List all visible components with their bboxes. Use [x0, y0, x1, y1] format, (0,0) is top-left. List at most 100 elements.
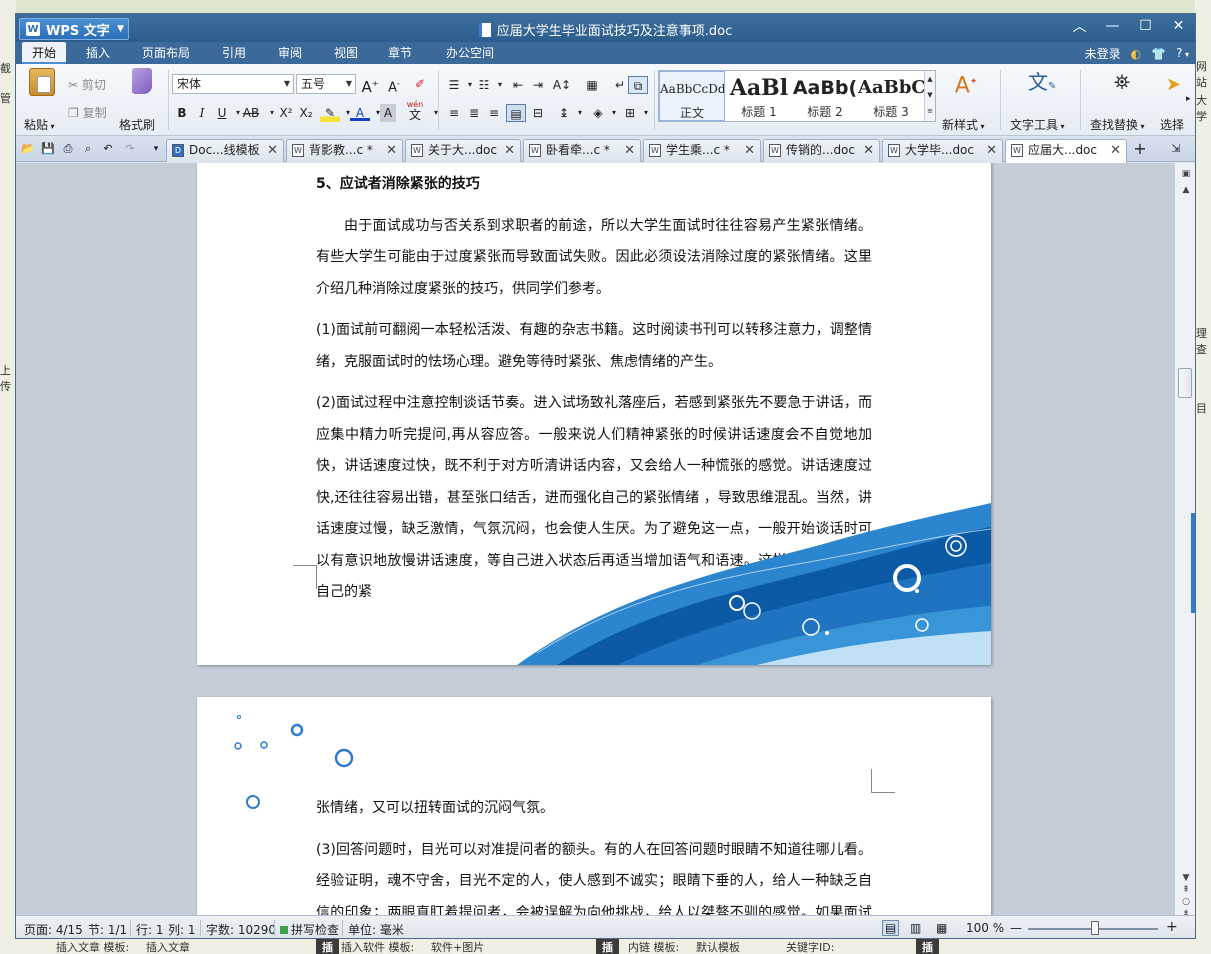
style-heading-3[interactable]: AaBbC 标题 3: [858, 71, 924, 121]
document-tab[interactable]: W 背影教...c * ✕: [286, 139, 403, 162]
skin-icon[interactable]: ◐: [1131, 43, 1141, 65]
align-right-icon[interactable]: ≡: [484, 104, 504, 122]
find-replace-label[interactable]: 查找替换 ▾: [1090, 116, 1145, 133]
undo-icon[interactable]: ↶: [100, 141, 116, 157]
italic-button[interactable]: I: [192, 104, 212, 122]
bold-button[interactable]: B: [172, 104, 192, 122]
cut-button[interactable]: ✂ 剪切: [68, 76, 106, 93]
new-style-button[interactable]: A✦: [944, 68, 980, 98]
char-shading-button[interactable]: A: [380, 104, 396, 122]
ribbon-collapse-button[interactable]: ︿: [1063, 14, 1096, 38]
minimize-button[interactable]: —: [1096, 14, 1129, 38]
align-center-icon[interactable]: ≣: [464, 104, 484, 122]
table-border-icon[interactable]: ▦: [582, 76, 602, 94]
paste-button[interactable]: [26, 68, 55, 96]
strikethrough-button[interactable]: AB: [238, 104, 264, 122]
tab-close-button[interactable]: ✕: [1110, 140, 1121, 161]
subscript-button[interactable]: X₂: [296, 104, 316, 122]
browse-object-icon[interactable]: ○: [1180, 897, 1192, 909]
tab-close-button[interactable]: ✕: [267, 140, 278, 161]
superscript-button[interactable]: X²: [276, 104, 296, 122]
font-size-select[interactable]: 五号 ▼: [296, 74, 356, 94]
select-label[interactable]: 选择: [1160, 116, 1184, 133]
zoom-slider-thumb[interactable]: [1091, 921, 1099, 935]
previous-page-icon[interactable]: ⇞: [1180, 885, 1192, 897]
tab-references[interactable]: 引用: [212, 42, 256, 64]
tab-close-button[interactable]: ✕: [986, 140, 997, 161]
document-tab[interactable]: W 传销的...doc ✕: [763, 139, 880, 162]
clear-format-icon[interactable]: ✐: [410, 75, 430, 93]
tab-home[interactable]: 开始: [22, 42, 67, 64]
document-tab[interactable]: W 学生乘...c * ✕: [643, 139, 761, 162]
quick-access-menu-icon[interactable]: ▾: [148, 141, 164, 157]
paste-label[interactable]: 粘贴 ▾: [24, 116, 55, 133]
show-marks-icon[interactable]: ⧉: [628, 76, 648, 94]
save-icon[interactable]: 💾: [40, 141, 56, 157]
tab-close-button[interactable]: ✕: [863, 140, 874, 161]
zoom-level[interactable]: 100 %: [966, 921, 1004, 935]
chevron-down-icon[interactable]: ▾: [426, 104, 446, 122]
copy-button[interactable]: ❐ 复制: [68, 104, 107, 121]
document-tab[interactable]: W 卧看牵...c * ✕: [523, 139, 641, 162]
style-heading-1[interactable]: AaBl 标题 1: [726, 71, 792, 121]
tab-close-button[interactable]: ✕: [744, 140, 755, 161]
document-page[interactable]: 5、应试者消除紧张的技巧 由于面试成功与否关系到求职者的前途，所以大学生面试时往…: [197, 163, 991, 665]
chevron-up-icon[interactable]: ▲: [925, 71, 935, 87]
paragraph-mark-icon[interactable]: ↵: [610, 76, 630, 94]
tab-review[interactable]: 审阅: [268, 42, 312, 64]
text-tools-label[interactable]: 文字工具 ▾: [1010, 116, 1065, 133]
ribbon-scroll-right-icon[interactable]: ▸: [1186, 94, 1191, 104]
page-view-icon[interactable]: ▤: [882, 920, 900, 936]
increase-indent-icon[interactable]: ⇥: [528, 76, 548, 94]
more-icon[interactable]: ≡: [925, 103, 935, 119]
new-tab-button[interactable]: +: [1132, 141, 1148, 157]
tab-page-layout[interactable]: 页面布局: [132, 42, 200, 64]
print-preview-icon[interactable]: ⌕: [80, 141, 96, 157]
format-painter-button[interactable]: [122, 68, 152, 94]
format-painter-label[interactable]: 格式刷: [119, 116, 155, 133]
style-normal[interactable]: AaBbCcDd 正文: [659, 71, 725, 121]
side-panel-handle[interactable]: [1191, 513, 1195, 613]
maximize-button[interactable]: ☐: [1129, 14, 1162, 38]
open-folder-icon[interactable]: 📂: [20, 141, 36, 157]
tab-close-button[interactable]: ✕: [504, 140, 515, 161]
tab-insert[interactable]: 插入: [76, 42, 120, 64]
status-unit[interactable]: 单位: 毫米: [348, 921, 404, 938]
document-page[interactable]: 张情绪，又可以扭转面试的沉闷气氛。 (3)回答问题时，目光可以对准提问者的额头。…: [197, 697, 991, 915]
scrollbar-thumb[interactable]: [1178, 368, 1192, 398]
decrease-indent-icon[interactable]: ⇤: [508, 76, 528, 94]
print-icon[interactable]: ⎙: [60, 141, 76, 157]
text-tools-button[interactable]: 文✎: [1016, 68, 1056, 96]
style-heading-2[interactable]: AaBb( 标题 2: [792, 71, 858, 121]
tab-view[interactable]: 视图: [324, 42, 368, 64]
tab-close-button[interactable]: ✕: [624, 140, 635, 161]
shirt-icon[interactable]: 👕: [1151, 43, 1166, 65]
align-left-icon[interactable]: ≡: [444, 104, 464, 122]
scroll-down-icon[interactable]: ▼: [1180, 873, 1192, 885]
highlight-icon[interactable]: ✎: [320, 104, 340, 122]
chevron-down-icon[interactable]: ▾: [570, 104, 590, 122]
close-button[interactable]: ✕: [1162, 14, 1195, 38]
font-name-select[interactable]: 宋体 ▼: [172, 74, 294, 94]
tab-chapter[interactable]: 章节: [378, 42, 422, 64]
phonetic-guide-button[interactable]: wén 文: [402, 100, 428, 122]
font-color-button[interactable]: A: [350, 104, 370, 121]
redo-icon[interactable]: ↷: [122, 141, 138, 157]
find-replace-button[interactable]: ⛯: [1098, 68, 1136, 96]
tab-list-icon[interactable]: ⇲: [1168, 141, 1184, 157]
vertical-scrollbar[interactable]: ▣ ▲ ▼ ⇞ ○ ⇟: [1174, 163, 1195, 919]
help-button[interactable]: ? ▾: [1176, 42, 1189, 66]
ruler-toggle-icon[interactable]: ▣: [1180, 169, 1192, 181]
outline-view-icon[interactable]: ▥: [910, 921, 921, 935]
document-tab[interactable]: W 大学毕...doc ✕: [882, 139, 1003, 162]
status-word-count[interactable]: 字数: 10290: [206, 921, 276, 938]
chevron-down-icon[interactable]: ▾: [636, 104, 656, 122]
chevron-down-icon[interactable]: ▾: [490, 76, 510, 94]
select-button[interactable]: ➤: [1166, 74, 1182, 98]
new-style-label[interactable]: 新样式 ▾: [942, 116, 985, 133]
status-page[interactable]: 页面: 4/15: [24, 921, 83, 938]
document-tab[interactable]: W 应届大...doc ✕: [1005, 139, 1127, 163]
styles-scroll[interactable]: ▲ ▼ ≡: [924, 71, 935, 121]
shrink-font-button[interactable]: A-: [384, 75, 404, 95]
chevron-down-icon[interactable]: ▼: [925, 87, 935, 103]
